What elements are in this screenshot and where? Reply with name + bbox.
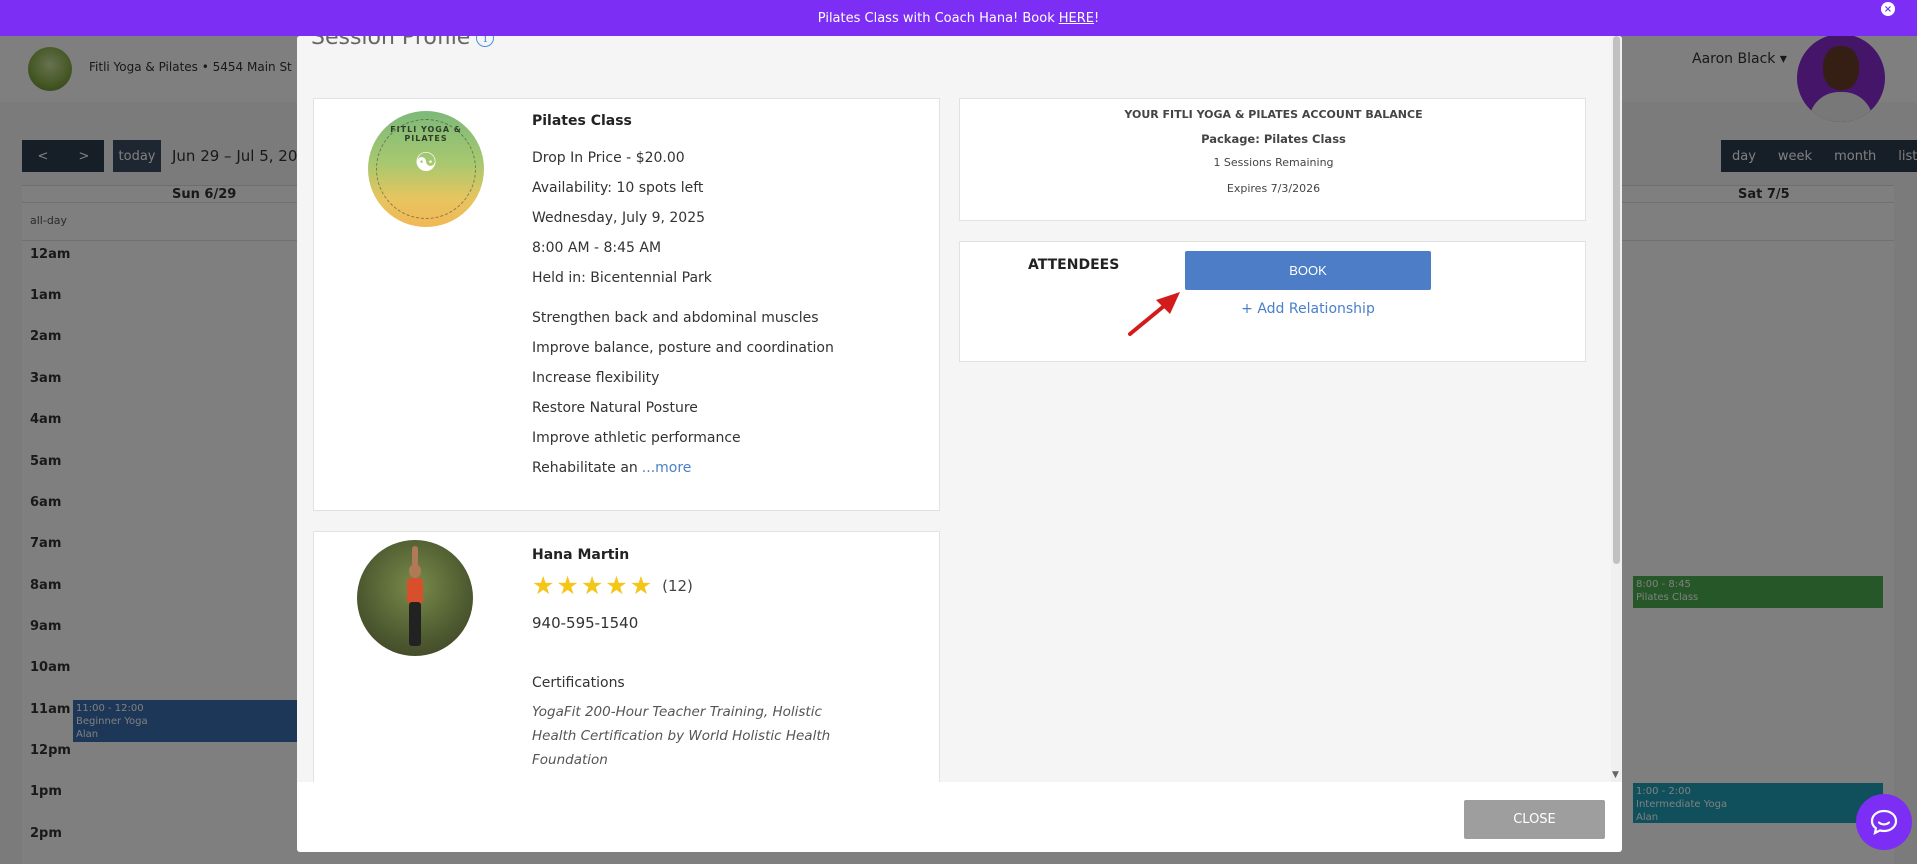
attendees-card: ATTENDEES BOOK + Add Relationship <box>959 241 1586 362</box>
class-name: Pilates Class <box>532 113 632 129</box>
benefit-item: Improve balance, posture and coordinatio… <box>532 340 834 356</box>
benefit-item: Restore Natural Posture <box>532 400 698 416</box>
sessions-remaining: 1 Sessions Remaining <box>1213 156 1334 169</box>
package-name: Package: Pilates Class <box>1201 132 1346 146</box>
benefit-truncated: Rehabilitate an ...more <box>532 460 692 476</box>
promo-banner: Pilates Class with Coach Hana! Book HERE… <box>0 0 1917 36</box>
star-icon: ★ <box>580 571 604 600</box>
attendees-label: ATTENDEES <box>1028 257 1120 273</box>
session-profile-modal: Session Profile i FITLI YOGA & PILATES ☯… <box>297 36 1622 852</box>
meditation-icon: ☯ <box>414 148 438 178</box>
benefit-item: Strengthen back and abdominal muscles <box>532 310 819 326</box>
modal-body: Session Profile i FITLI YOGA & PILATES ☯… <box>297 36 1611 782</box>
coach-card: Hana Martin ★ ★ ★ ★ ★ (12) 940-595-1540 … <box>313 531 940 782</box>
banner-text: Pilates Class with Coach Hana! Book <box>817 10 1055 26</box>
session-date: Wednesday, July 9, 2025 <box>532 210 706 226</box>
scroll-down-icon[interactable]: ▼ <box>1612 770 1619 780</box>
close-icon[interactable]: × <box>1881 2 1895 16</box>
star-icon: ★ <box>556 571 579 600</box>
balance-heading: YOUR FITLI YOGA & PILATES ACCOUNT BALANC… <box>1124 108 1423 121</box>
package-expiry: Expires 7/3/2026 <box>1226 182 1321 195</box>
coach-name: Hana Martin <box>532 547 630 563</box>
coach-phone: 940-595-1540 <box>532 614 639 632</box>
benefit-item: Increase flexibility <box>532 370 660 386</box>
review-count[interactable]: (12) <box>662 577 693 595</box>
pointer-arrow-icon <box>1128 292 1180 336</box>
coach-photo <box>357 540 473 656</box>
info-icon[interactable]: i <box>476 36 495 47</box>
account-balance-card: YOUR FITLI YOGA & PILATES ACCOUNT BALANC… <box>959 98 1586 221</box>
banner-text-tail: ! <box>1093 10 1100 26</box>
star-icon: ★ <box>605 571 628 600</box>
certifications-text: YogaFit 200-Hour Teacher Training, Holis… <box>532 704 831 768</box>
banner-link[interactable]: HERE <box>1059 11 1094 26</box>
add-relationship-link[interactable]: + Add Relationship <box>1185 301 1431 317</box>
certifications-heading: Certifications <box>532 675 625 691</box>
star-icon: ★ <box>532 571 555 600</box>
modal-scrollbar[interactable]: ▼ <box>1611 36 1622 782</box>
coach-rating: ★ ★ ★ ★ ★ (12) <box>532 571 693 600</box>
session-time: 8:00 AM - 8:45 AM <box>532 240 662 256</box>
class-card: FITLI YOGA & PILATES ☯ Pilates Class Dro… <box>313 98 940 511</box>
modal-title: Session Profile i <box>311 36 495 50</box>
benefit-item: Improve athletic performance <box>532 430 741 446</box>
availability: Availability: 10 spots left <box>532 180 704 196</box>
session-location: Held in: Bicentennial Park <box>532 270 712 286</box>
book-button[interactable]: BOOK <box>1185 251 1431 290</box>
scrollbar-thumb[interactable] <box>1613 36 1620 564</box>
star-icon: ★ <box>629 571 653 600</box>
more-link[interactable]: ...more <box>642 460 692 476</box>
close-button[interactable]: CLOSE <box>1464 800 1605 839</box>
chat-icon[interactable] <box>1856 794 1912 850</box>
drop-in-price: Drop In Price - $20.00 <box>532 150 685 166</box>
class-logo: FITLI YOGA & PILATES ☯ <box>368 111 484 227</box>
